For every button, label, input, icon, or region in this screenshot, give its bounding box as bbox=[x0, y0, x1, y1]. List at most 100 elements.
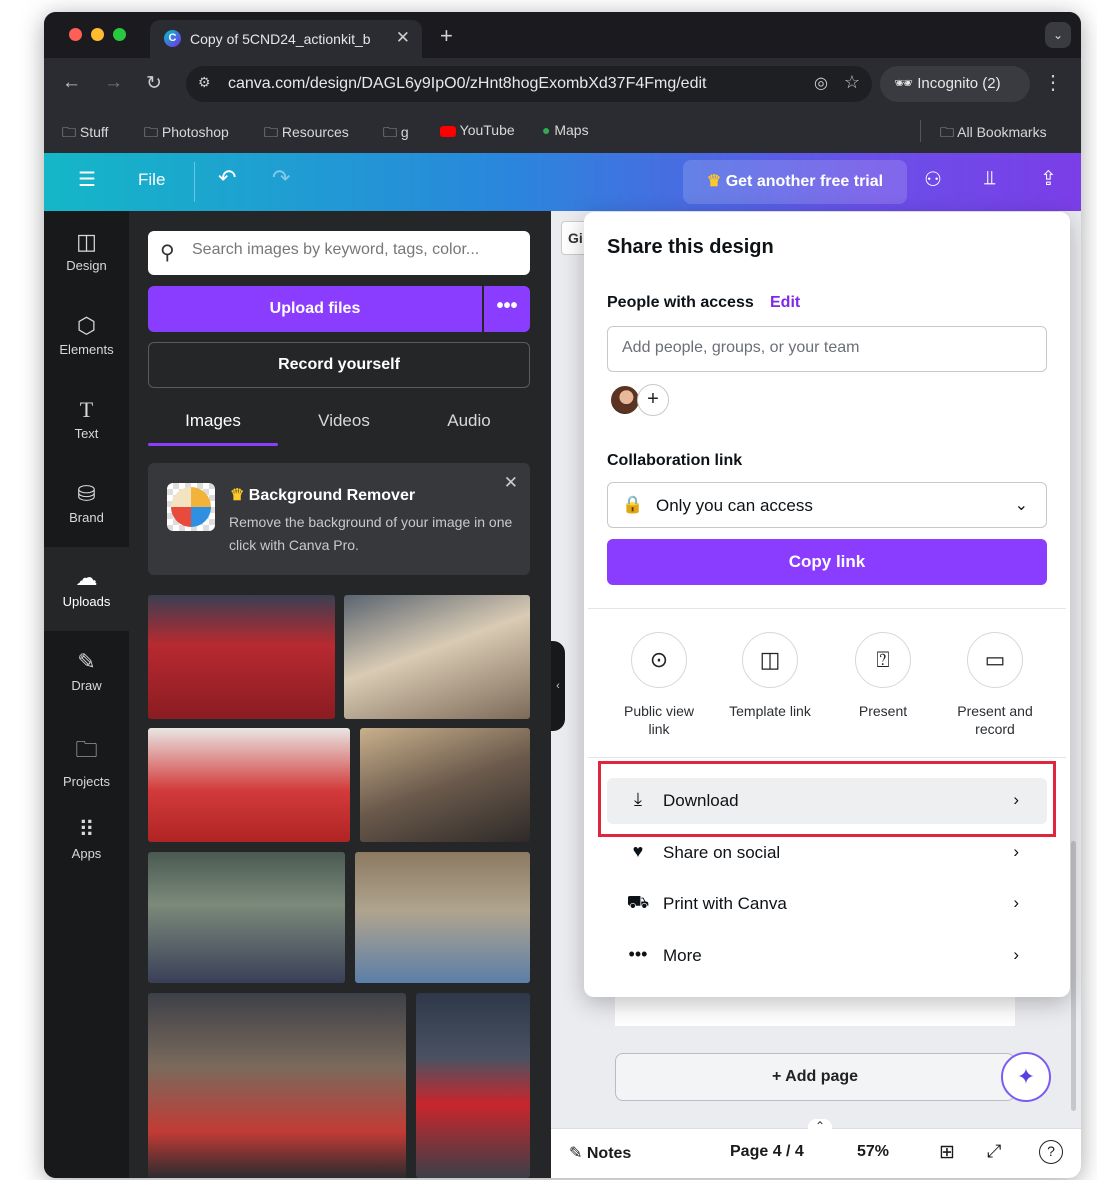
beach-ball-shape bbox=[171, 487, 211, 527]
new-tab-icon[interactable]: + bbox=[440, 23, 453, 49]
upload-image-cafe[interactable] bbox=[416, 993, 530, 1178]
more-row[interactable]: ••• More › bbox=[607, 933, 1047, 979]
bookmark-stuff[interactable]: 🗀 Stuff bbox=[62, 122, 108, 146]
site-settings-icon[interactable]: ⚙ bbox=[198, 74, 211, 91]
option-public-view-link[interactable]: ⊙ Public view link bbox=[604, 632, 714, 738]
rail-item-projects[interactable]: 🗀 Projects bbox=[44, 715, 129, 799]
uploads-panel: ⚲ Upload files ••• Record yourself Image… bbox=[129, 211, 551, 1178]
background-remover-promo[interactable]: ♛ Background Remover Remove the backgrou… bbox=[148, 463, 530, 575]
share-title: Share this design bbox=[607, 236, 774, 258]
magic-sparkle-icon[interactable]: ✦ bbox=[1001, 1052, 1051, 1102]
insights-chart-icon[interactable]: ⫫ bbox=[984, 167, 995, 190]
browser-menu-icon[interactable]: ⋮ bbox=[1043, 70, 1063, 95]
header-divider bbox=[194, 162, 195, 202]
rail-item-draw[interactable]: ✎ Draw bbox=[44, 631, 129, 715]
rail-item-brand[interactable]: ⛁ Brand bbox=[44, 463, 129, 547]
upload-image-crowd[interactable] bbox=[148, 595, 335, 719]
grid-view-icon[interactable]: ⊞ bbox=[939, 1141, 955, 1164]
link-icon: ⊙ bbox=[631, 632, 687, 688]
add-people-input[interactable] bbox=[622, 339, 1032, 357]
zoom-level[interactable]: 57% bbox=[857, 1143, 889, 1161]
bookmark-resources[interactable]: 🗀 Resources bbox=[264, 122, 349, 146]
tab-videos[interactable]: Videos bbox=[279, 411, 409, 431]
canvas-scrollbar[interactable] bbox=[1071, 841, 1076, 1111]
canvas-footer: ⌃ ✎ Notes Page 4 / 4 57% ⊞ ⤢ ? bbox=[551, 1119, 1081, 1178]
bookmark-g[interactable]: 🗀 g bbox=[383, 122, 409, 146]
bookmark-photoshop[interactable]: 🗀 Photoshop bbox=[144, 122, 229, 146]
upload-image-worker[interactable] bbox=[148, 993, 406, 1178]
access-select[interactable]: 🔒 Only you can access ⌄ bbox=[607, 482, 1047, 528]
copy-link-button[interactable]: Copy link bbox=[607, 539, 1047, 585]
browser-tab[interactable]: C Copy of 5CND24_actionkit_b ✕ bbox=[150, 20, 422, 58]
close-window-button[interactable] bbox=[69, 28, 82, 41]
bookmarks-divider bbox=[920, 120, 921, 142]
media-tabs: Images Videos Audio bbox=[148, 403, 530, 446]
edit-access-link[interactable]: Edit bbox=[770, 294, 800, 312]
tab-audio[interactable]: Audio bbox=[404, 411, 534, 431]
upload-image-friends[interactable] bbox=[344, 595, 530, 719]
bookmark-youtube[interactable]: YouTube bbox=[440, 122, 515, 138]
chevron-up-icon[interactable]: ⌃ bbox=[808, 1119, 832, 1133]
upload-image-store[interactable] bbox=[360, 728, 530, 842]
share-design-popover: Share this design People with access Edi… bbox=[584, 212, 1070, 997]
add-collaborator-icon[interactable]: ⚇ bbox=[924, 167, 942, 192]
undo-icon[interactable]: ↶ bbox=[218, 165, 236, 191]
option-present-and-record[interactable]: ▭ Present and record bbox=[940, 632, 1050, 738]
upload-image-duo[interactable] bbox=[148, 852, 345, 983]
page-indicator[interactable]: Page 4 / 4 bbox=[730, 1143, 804, 1161]
notes-button[interactable]: ✎ Notes bbox=[569, 1143, 631, 1163]
minimize-window-button[interactable] bbox=[91, 28, 104, 41]
hamburger-menu-icon[interactable]: ☰ bbox=[78, 167, 96, 192]
promo-description: Remove the background of your image in o… bbox=[229, 514, 513, 553]
upload-files-button[interactable]: Upload files bbox=[148, 286, 482, 332]
maximize-window-button[interactable] bbox=[113, 28, 126, 41]
incognito-icon: 🕶 bbox=[894, 75, 914, 92]
close-promo-icon[interactable]: ✕ bbox=[504, 473, 518, 493]
incognito-badge[interactable]: 🕶 Incognito (2) bbox=[880, 66, 1030, 102]
upload-image-checkout[interactable] bbox=[355, 852, 530, 983]
layout-icon: ◫ bbox=[76, 229, 97, 254]
tab-images[interactable]: Images bbox=[148, 411, 278, 431]
free-trial-button[interactable]: ♛ Get another free trial bbox=[683, 160, 907, 204]
download-highlight-box bbox=[598, 761, 1056, 837]
share-upload-icon[interactable]: ⇪ bbox=[1040, 166, 1057, 191]
chevron-right-icon: › bbox=[1013, 893, 1019, 912]
redo-icon[interactable]: ↷ bbox=[272, 165, 290, 191]
maps-pin-icon: ● bbox=[542, 122, 551, 138]
collapse-panel-handle[interactable]: ‹ bbox=[551, 641, 565, 731]
tab-search-chevron-icon[interactable]: ⌄ bbox=[1045, 22, 1071, 48]
rail-item-text[interactable]: T Text bbox=[44, 379, 129, 463]
shapes-icon: ⬡ bbox=[76, 313, 97, 338]
active-tab-underline bbox=[148, 443, 278, 446]
rail-item-elements[interactable]: ⬡ Elements bbox=[44, 295, 129, 379]
fullscreen-icon[interactable]: ⤢ bbox=[987, 1141, 1001, 1162]
option-template-link[interactable]: ◫ Template link bbox=[715, 632, 825, 720]
all-bookmarks[interactable]: 🗀 All Bookmarks bbox=[940, 122, 1047, 146]
rail-item-apps[interactable]: ⠿ Apps bbox=[44, 799, 129, 883]
help-icon[interactable]: ? bbox=[1039, 1140, 1063, 1164]
divider bbox=[588, 608, 1066, 609]
record-yourself-button[interactable]: Record yourself bbox=[148, 342, 530, 388]
back-arrow-icon[interactable]: ← bbox=[62, 72, 81, 94]
bookmarks-bar: 🗀 Stuff 🗀 Photoshop 🗀 Resources 🗀 g YouT… bbox=[44, 110, 1081, 153]
rail-item-uploads[interactable]: ☁ Uploads bbox=[44, 547, 129, 631]
collaboration-link-label: Collaboration link bbox=[607, 452, 743, 469]
reload-icon[interactable]: ↻ bbox=[146, 72, 162, 95]
folder-icon: 🗀 bbox=[264, 124, 278, 140]
eye-off-icon[interactable]: ◎ bbox=[814, 73, 828, 93]
rail-item-design[interactable]: ◫ Design bbox=[44, 211, 129, 295]
search-input[interactable] bbox=[192, 241, 512, 259]
print-with-canva-row[interactable]: ⛟ Print with Canva › bbox=[607, 881, 1047, 927]
upload-image-team-red[interactable] bbox=[148, 728, 350, 842]
add-page-button[interactable]: + Add page bbox=[615, 1053, 1015, 1101]
upload-more-button[interactable]: ••• bbox=[484, 286, 530, 332]
add-person-button[interactable]: + bbox=[637, 384, 669, 416]
bookmark-star-icon[interactable]: ☆ bbox=[844, 72, 860, 93]
forward-arrow-icon[interactable]: → bbox=[104, 72, 123, 94]
bookmark-maps[interactable]: ● Maps bbox=[542, 122, 589, 138]
address-bar[interactable]: ⚙ canva.com/design/DAGL6y9IpO0/zHnt8hogE… bbox=[186, 66, 872, 102]
option-present[interactable]: ⍰ Present bbox=[828, 632, 938, 720]
left-rail: ◫ Design ⬡ Elements T Text ⛁ Brand ☁ Uploads … bbox=[44, 211, 129, 1178]
close-tab-icon[interactable]: ✕ bbox=[396, 28, 410, 48]
file-menu[interactable]: File bbox=[138, 170, 165, 190]
